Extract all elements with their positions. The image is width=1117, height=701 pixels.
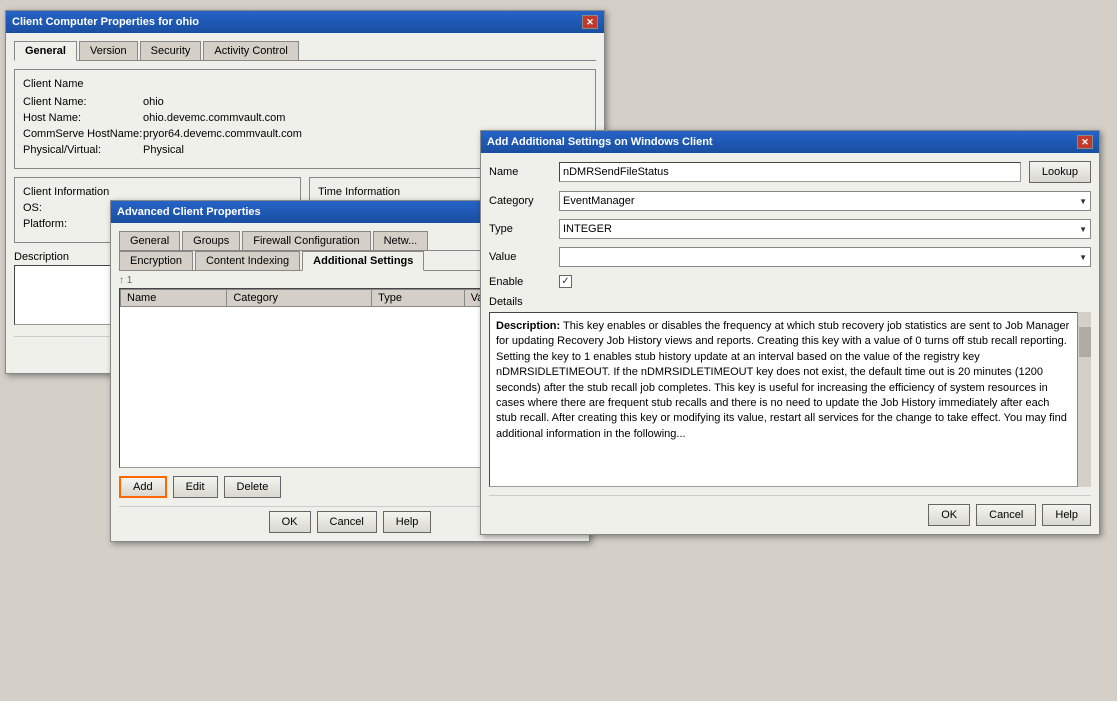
description-text: This key enables or disables the frequen… bbox=[496, 320, 1069, 440]
category-dropdown-arrow: ▼ bbox=[1079, 197, 1087, 206]
add-button[interactable]: Add bbox=[119, 476, 167, 498]
col-name: Name bbox=[121, 290, 227, 307]
type-dropdown[interactable]: INTEGER ▼ bbox=[559, 219, 1091, 239]
add-settings-title-bar: Add Additional Settings on Windows Clien… bbox=[481, 131, 1099, 153]
client-info-label: Client Information bbox=[23, 186, 292, 198]
description-scrollbar[interactable] bbox=[1077, 312, 1091, 487]
category-label: Category bbox=[489, 195, 559, 207]
enable-field-row: Enable bbox=[489, 275, 1091, 288]
tab-adv-groups[interactable]: Groups bbox=[182, 231, 240, 250]
delete-button[interactable]: Delete bbox=[224, 476, 282, 498]
enable-checkbox[interactable] bbox=[559, 275, 572, 288]
type-dropdown-arrow: ▼ bbox=[1079, 225, 1087, 234]
details-container: Description: This key enables or disable… bbox=[489, 312, 1091, 487]
lookup-button[interactable]: Lookup bbox=[1029, 161, 1091, 183]
details-group: Details Description: This key enables or… bbox=[489, 296, 1091, 487]
advanced-ok-button[interactable]: OK bbox=[269, 511, 311, 533]
value-field-row: Value ▼ bbox=[489, 247, 1091, 267]
tab-version[interactable]: Version bbox=[79, 41, 138, 60]
physical-virtual-value: Physical bbox=[143, 144, 184, 156]
name-input[interactable] bbox=[559, 162, 1021, 182]
category-value: EventManager bbox=[563, 195, 635, 207]
value-dropdown[interactable]: ▼ bbox=[559, 247, 1091, 267]
tab-adv-general[interactable]: General bbox=[119, 231, 180, 250]
tab-adv-firewall[interactable]: Firewall Configuration bbox=[242, 231, 370, 250]
description-box: Description: This key enables or disable… bbox=[489, 312, 1091, 487]
host-name-value: ohio.devemc.commvault.com bbox=[143, 112, 285, 124]
details-label: Details bbox=[489, 296, 1091, 308]
client-properties-tab-bar: General Version Security Activity Contro… bbox=[14, 41, 596, 61]
value-label: Value bbox=[489, 251, 559, 263]
commserve-hostname-label: CommServe HostName: bbox=[23, 128, 143, 140]
value-dropdown-arrow: ▼ bbox=[1079, 253, 1087, 262]
advanced-client-title: Advanced Client Properties bbox=[117, 206, 261, 218]
edit-button[interactable]: Edit bbox=[173, 476, 218, 498]
advanced-help-button[interactable]: Help bbox=[383, 511, 432, 533]
client-properties-title: Client Computer Properties for ohio bbox=[12, 16, 199, 28]
add-settings-bottom-buttons: OK Cancel Help bbox=[489, 495, 1091, 526]
client-name-label: Client Name: bbox=[23, 96, 143, 108]
tab-general[interactable]: General bbox=[14, 41, 77, 61]
tab-adv-additional-settings[interactable]: Additional Settings bbox=[302, 251, 424, 271]
category-field-row: Category EventManager ▼ bbox=[489, 191, 1091, 211]
col-type: Type bbox=[372, 290, 465, 307]
commserve-hostname-value: pryor64.devemc.commvault.com bbox=[143, 128, 302, 140]
tab-adv-encryption[interactable]: Encryption bbox=[119, 251, 193, 270]
add-settings-ok-button[interactable]: OK bbox=[928, 504, 970, 526]
advanced-cancel-button[interactable]: Cancel bbox=[317, 511, 377, 533]
tab-activity-control[interactable]: Activity Control bbox=[203, 41, 298, 60]
add-settings-title: Add Additional Settings on Windows Clien… bbox=[487, 136, 713, 148]
client-properties-close-button[interactable]: ✕ bbox=[582, 15, 598, 29]
add-settings-window: Add Additional Settings on Windows Clien… bbox=[480, 130, 1100, 535]
description-scrollbar-thumb bbox=[1079, 327, 1091, 357]
type-field-row: Type INTEGER ▼ bbox=[489, 219, 1091, 239]
client-properties-title-bar: Client Computer Properties for ohio ✕ bbox=[6, 11, 604, 33]
add-settings-close-button[interactable]: ✕ bbox=[1077, 135, 1093, 149]
client-name-value: ohio bbox=[143, 96, 164, 108]
name-field-row: Name Lookup bbox=[489, 161, 1091, 183]
physical-virtual-label: Physical/Virtual: bbox=[23, 144, 143, 156]
tab-adv-network[interactable]: Netw... bbox=[373, 231, 429, 250]
type-value: INTEGER bbox=[563, 223, 612, 235]
add-settings-help-button[interactable]: Help bbox=[1042, 504, 1091, 526]
tab-security[interactable]: Security bbox=[140, 41, 202, 60]
description-bold-label: Description: bbox=[496, 320, 560, 332]
name-field-label: Name bbox=[489, 166, 559, 178]
host-name-label: Host Name: bbox=[23, 112, 143, 124]
client-name-group-label: Client Name bbox=[23, 78, 587, 90]
enable-label: Enable bbox=[489, 276, 559, 288]
col-category: Category bbox=[227, 290, 372, 307]
type-label: Type bbox=[489, 223, 559, 235]
category-dropdown[interactable]: EventManager ▼ bbox=[559, 191, 1091, 211]
add-settings-cancel-button[interactable]: Cancel bbox=[976, 504, 1036, 526]
tab-adv-content-indexing[interactable]: Content Indexing bbox=[195, 251, 300, 270]
